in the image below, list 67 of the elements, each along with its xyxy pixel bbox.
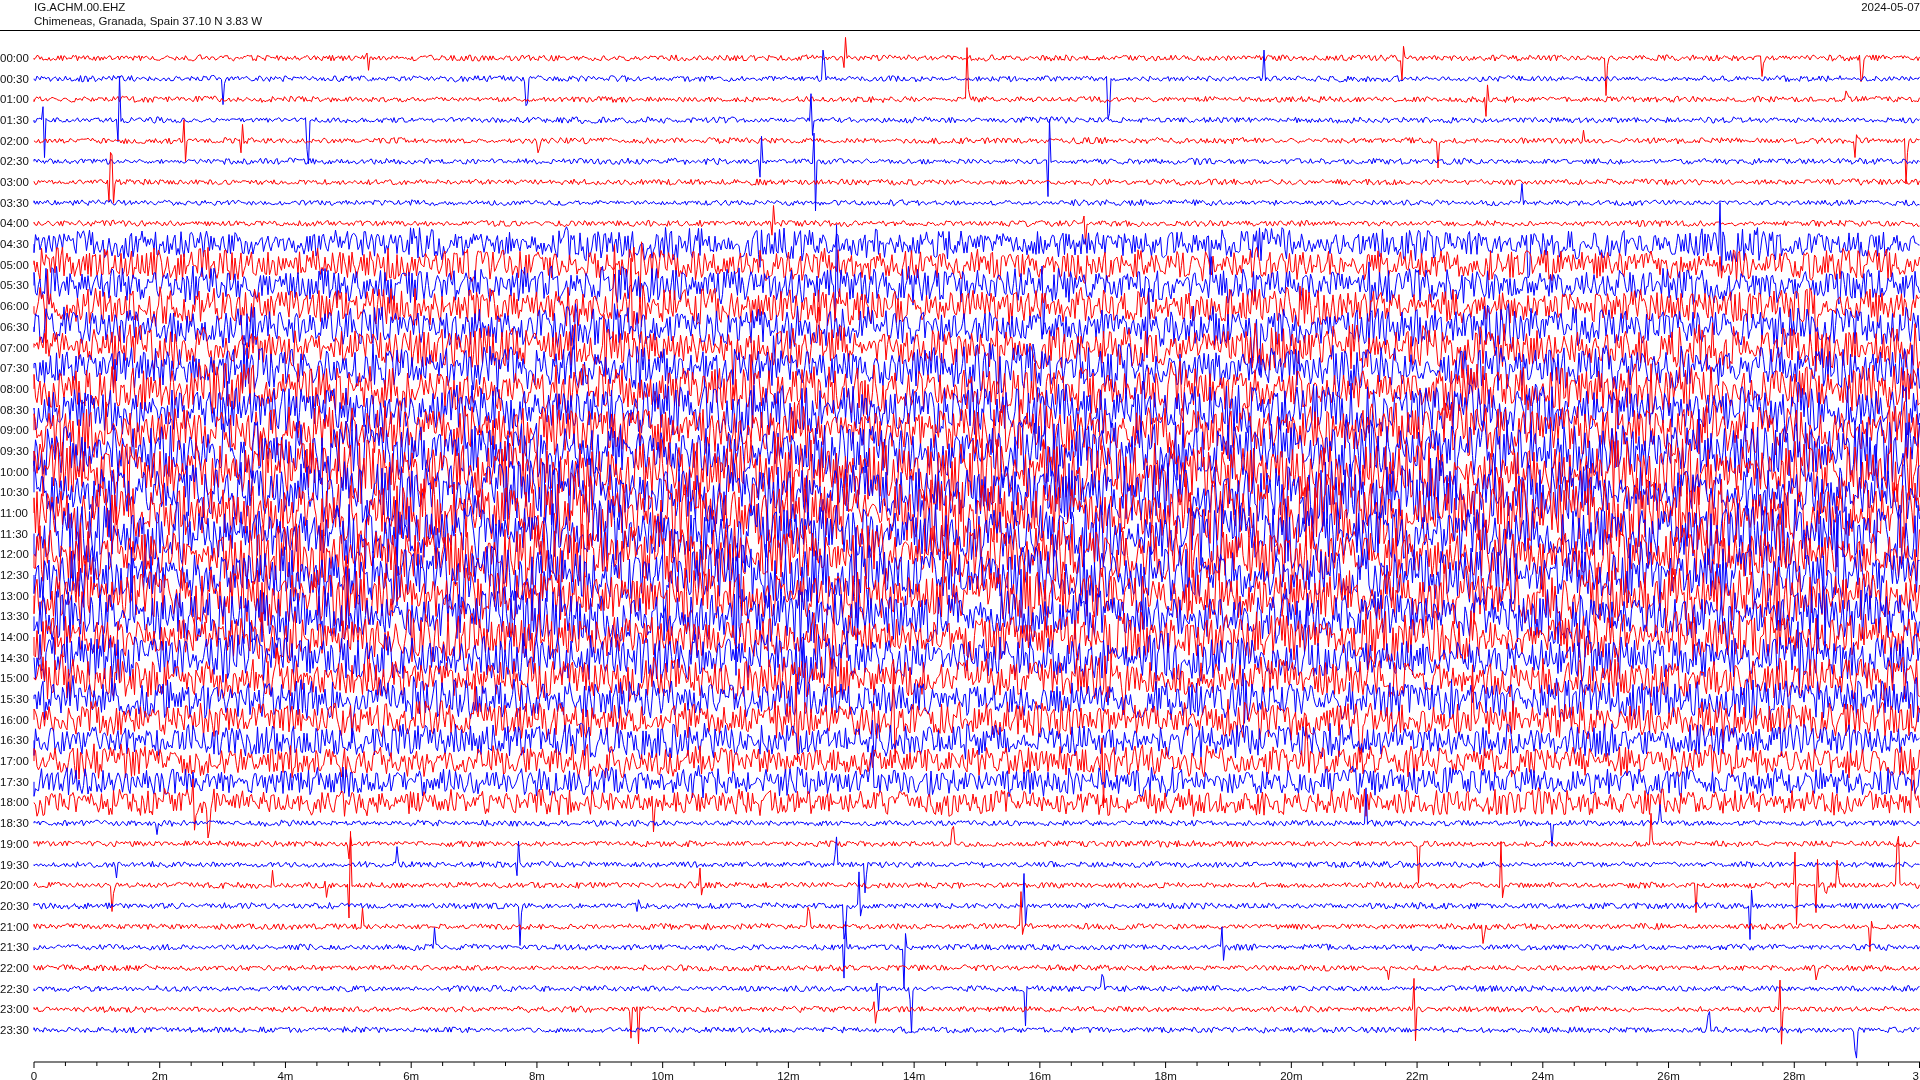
time-label: 11:30	[0, 527, 28, 540]
time-label: 11:00	[0, 506, 28, 519]
time-label: 01:30	[0, 114, 29, 127]
axis-label: 18m	[1154, 1070, 1177, 1080]
time-label: 07:00	[0, 341, 29, 354]
time-label: 13:00	[0, 589, 29, 602]
time-label: 15:00	[0, 672, 29, 685]
time-label: 14:30	[0, 651, 29, 664]
time-label: 19:00	[0, 837, 29, 850]
axis-label: 26m	[1657, 1070, 1680, 1080]
time-label: 16:30	[0, 734, 29, 747]
axis-label: 16m	[1028, 1070, 1052, 1080]
time-label: 15:30	[0, 693, 29, 706]
time-label: 09:30	[0, 444, 29, 457]
time-label: 03:30	[0, 196, 29, 209]
time-label: 13:30	[0, 610, 29, 623]
axis-label: 2m	[151, 1070, 168, 1080]
time-label: 10:00	[0, 465, 29, 478]
time-label: 21:30	[0, 941, 29, 954]
time-label: 04:00	[0, 217, 29, 230]
station-location: Chimeneas, Granada, Spain 37.10 N 3.83 W	[34, 14, 263, 28]
time-label: 08:30	[0, 403, 29, 416]
time-label: 17:30	[0, 775, 29, 788]
axis-label: 0	[30, 1070, 38, 1080]
plot-date: 2024-05-07	[1861, 0, 1920, 15]
time-label: 08:00	[0, 382, 29, 395]
time-label: 02:00	[0, 134, 29, 147]
time-label: 18:00	[0, 796, 29, 809]
time-label: 02:30	[0, 155, 29, 168]
axis-label: 20m	[1280, 1070, 1303, 1080]
axis-label: 4m	[277, 1070, 294, 1080]
time-label: 06:00	[0, 300, 29, 313]
time-label: 00:00	[0, 52, 29, 64]
time-label: 21:00	[0, 920, 29, 933]
time-label: 23:00	[0, 1003, 29, 1016]
time-label: 00:30	[0, 72, 29, 85]
time-label: 01:00	[0, 93, 29, 106]
axis-label: 8m	[528, 1070, 545, 1080]
time-label: 14:00	[0, 631, 29, 644]
time-label: 18:30	[0, 817, 29, 830]
time-label: 17:00	[0, 755, 29, 768]
time-label: 06:30	[0, 320, 29, 333]
time-label: 22:30	[0, 982, 29, 995]
time-label: 20:00	[0, 879, 29, 892]
time-label: 03:00	[0, 176, 29, 189]
time-label: 16:00	[0, 713, 29, 726]
time-label: 22:00	[0, 961, 29, 974]
time-label: 09:00	[0, 424, 29, 437]
axis-label: 22m	[1405, 1070, 1429, 1080]
axis-label: 28m	[1783, 1070, 1806, 1080]
time-label: 20:30	[0, 899, 29, 912]
axis-label: 12m	[777, 1070, 800, 1080]
axis-label: 24m	[1531, 1070, 1554, 1080]
time-label: 19:30	[0, 858, 29, 871]
station-code: IG.ACHM.00.EHZ	[34, 0, 127, 14]
time-label: 04:30	[0, 238, 29, 251]
time-label: 07:30	[0, 362, 29, 375]
time-label: 05:30	[0, 279, 29, 292]
axis-label: 3	[1912, 1070, 1919, 1080]
time-label: 12:30	[0, 569, 29, 581]
time-label: 12:00	[0, 548, 29, 561]
time-label: 10:30	[0, 486, 29, 499]
time-label: 05:00	[0, 258, 29, 271]
axis-label: 14m	[902, 1070, 926, 1080]
axis-label: 6m	[403, 1070, 420, 1080]
axis-label: 10m	[651, 1070, 674, 1080]
time-label: 23:30	[0, 1023, 29, 1036]
